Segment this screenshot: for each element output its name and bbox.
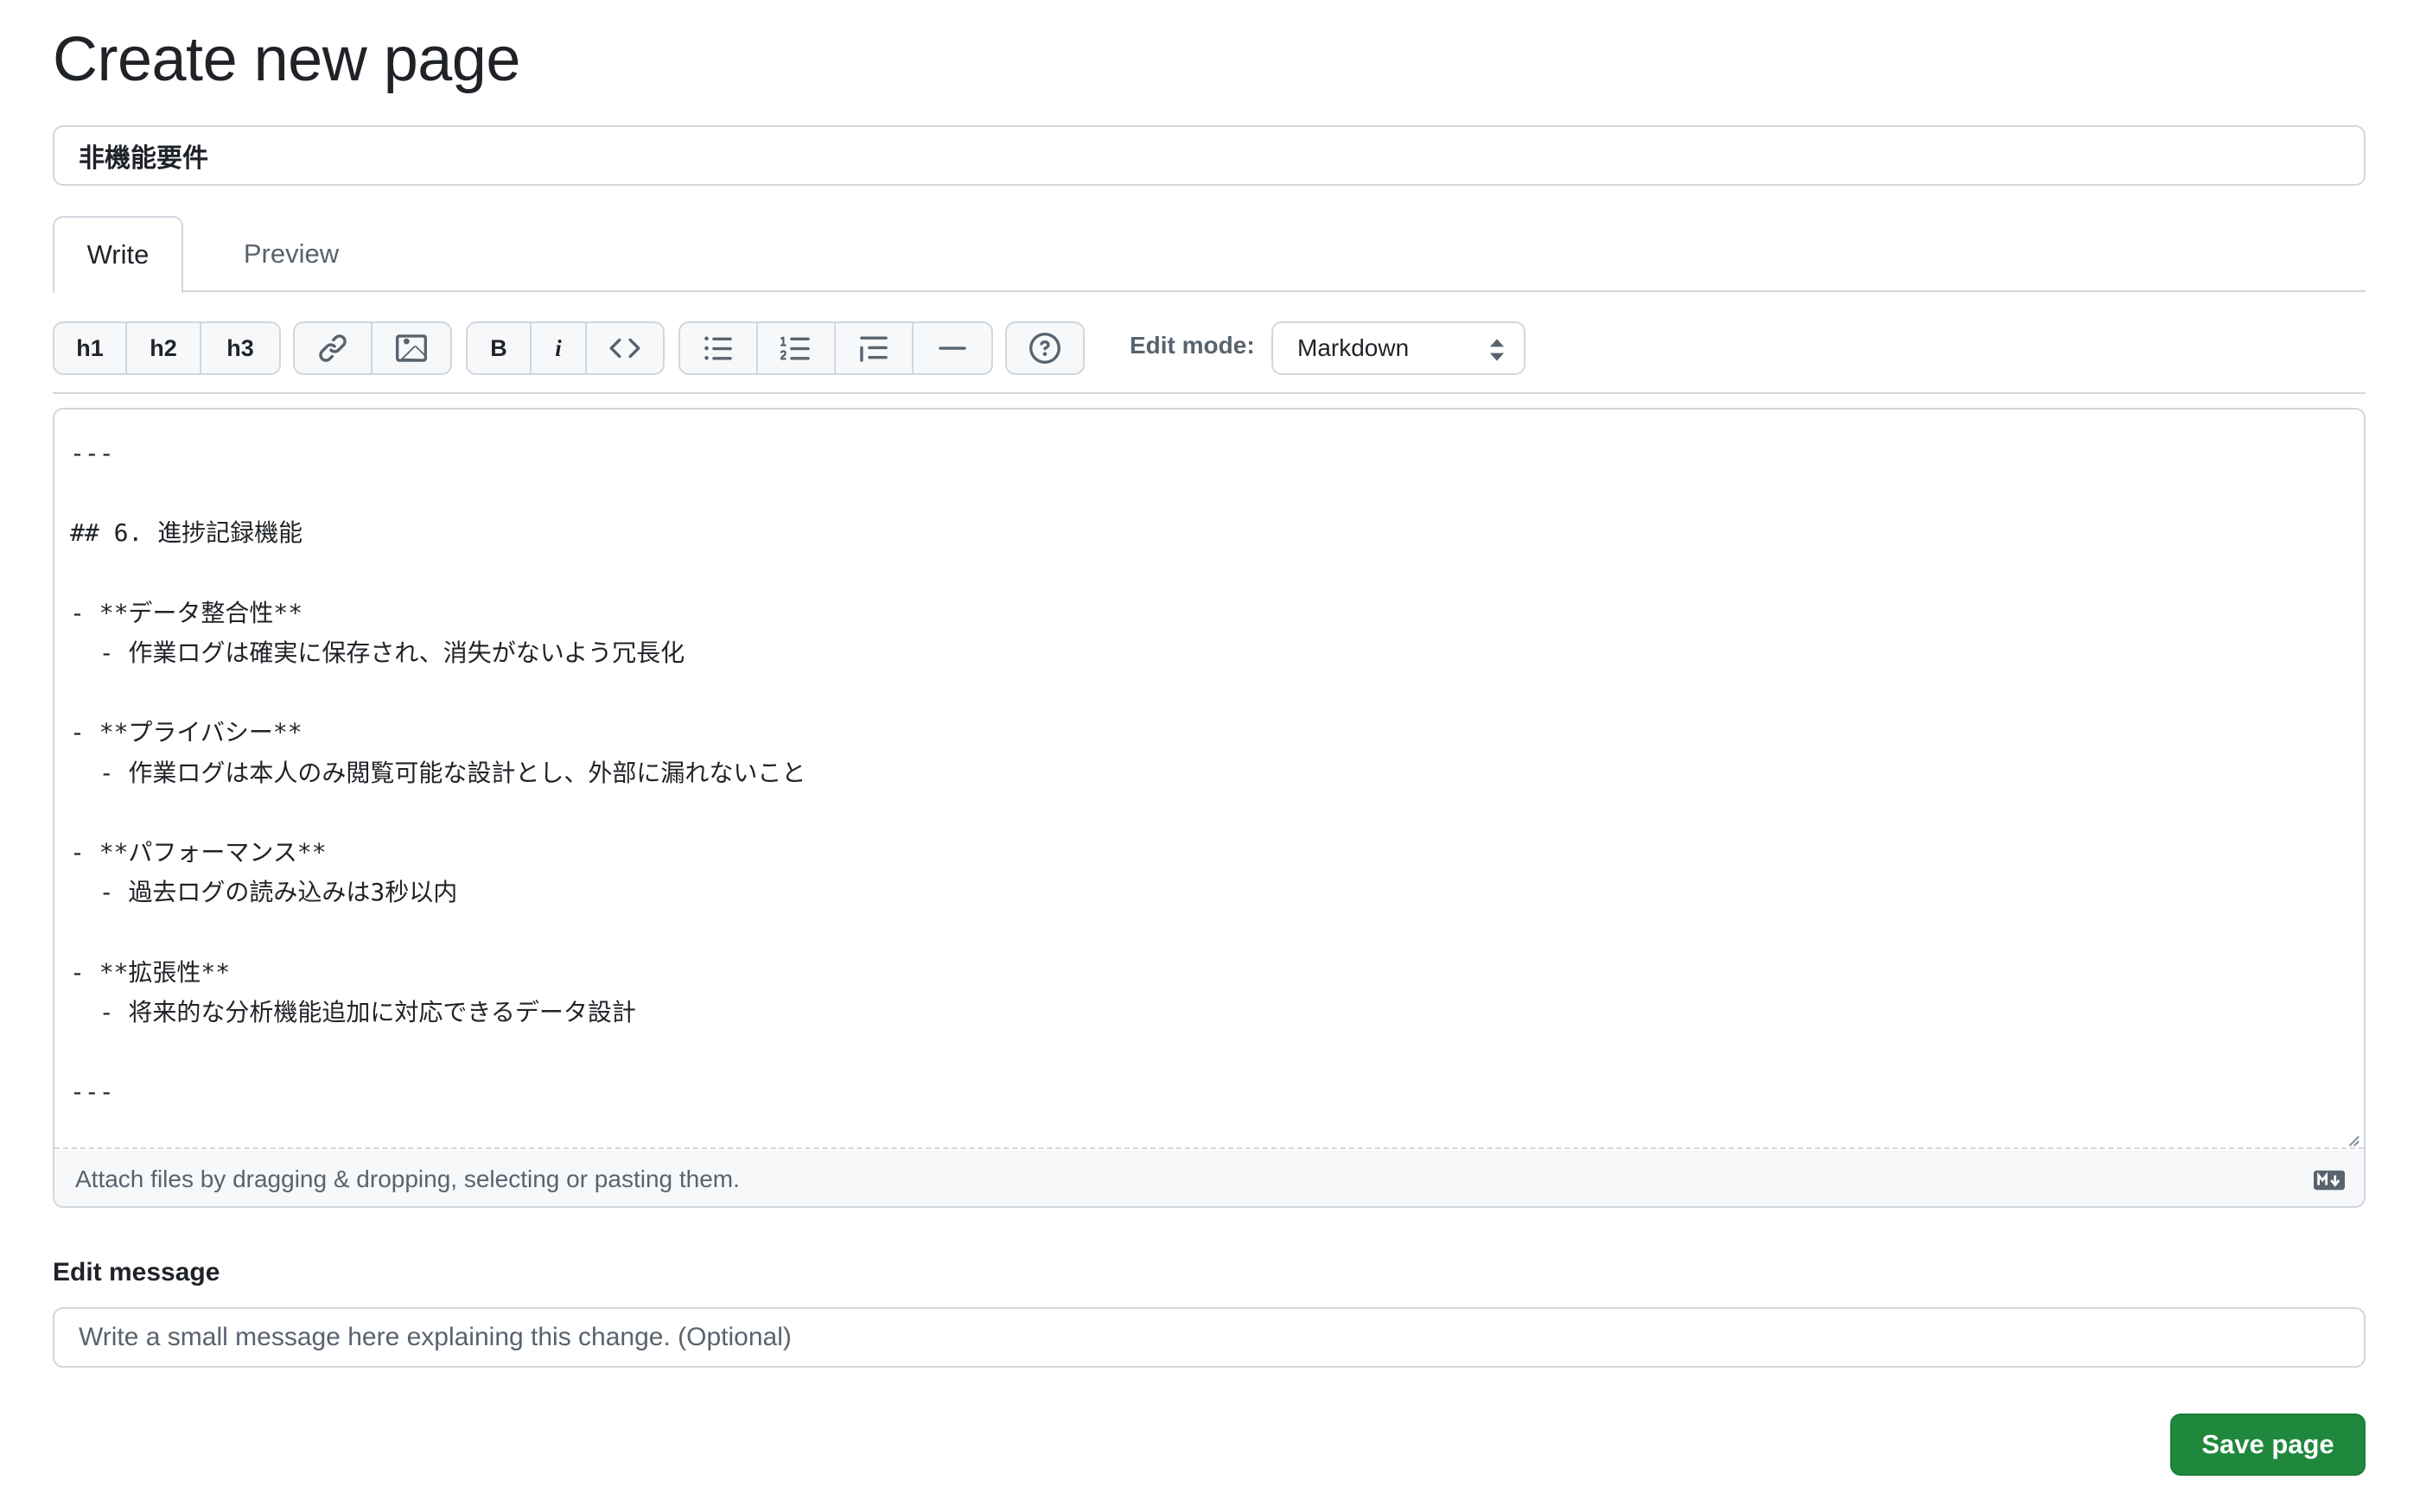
help-icon: [1029, 333, 1060, 364]
h3-button[interactable]: h3: [201, 323, 279, 373]
edit-mode-label: Edit mode:: [1130, 332, 1255, 359]
horizontal-rule-button[interactable]: [914, 323, 991, 373]
edit-mode-select[interactable]: Markdown: [1271, 321, 1525, 375]
help-group: [1005, 321, 1085, 375]
page-title-input[interactable]: [53, 125, 2366, 186]
list-buttons: [678, 321, 993, 375]
bold-button[interactable]: B: [468, 323, 532, 373]
edit-mode-value: Markdown: [1297, 334, 1410, 361]
select-arrows-icon: [1489, 339, 1505, 361]
blockquote-button[interactable]: [836, 323, 914, 373]
save-page-button[interactable]: Save page: [2170, 1414, 2366, 1476]
page-title: Create new page: [53, 25, 520, 94]
markdown-toolbar: h1 h2 h3 B i Edit mode: Markdown: [53, 321, 2366, 394]
h2-button[interactable]: h2: [127, 323, 201, 373]
editor-tabs: Write Preview: [53, 216, 2366, 294]
link-icon: [319, 334, 347, 362]
unordered-list-icon: [704, 336, 732, 360]
blockquote-icon: [860, 336, 888, 362]
code-icon: [609, 338, 640, 359]
ordered-list-button[interactable]: [758, 323, 836, 373]
h1-button[interactable]: h1: [54, 323, 127, 373]
help-button[interactable]: [1007, 323, 1083, 373]
tab-write[interactable]: Write: [53, 216, 183, 294]
ordered-list-icon: [780, 336, 810, 360]
link-button[interactable]: [295, 323, 373, 373]
edit-message-input[interactable]: [53, 1307, 2366, 1368]
attach-files-bar[interactable]: Attach files by dragging & dropping, sel…: [54, 1151, 2364, 1206]
insert-buttons: [293, 321, 452, 375]
unordered-list-button[interactable]: [680, 323, 758, 373]
attach-hint: Attach files by dragging & dropping, sel…: [75, 1166, 740, 1192]
horizontal-rule-icon: [939, 346, 966, 350]
editor-textarea[interactable]: --- ## 6. 進捗記録機能 - **データ整合性** - 作業ログは確実に…: [54, 410, 2364, 1149]
italic-button[interactable]: i: [532, 323, 587, 373]
tab-preview[interactable]: Preview: [213, 216, 369, 292]
edit-message-label: Edit message: [53, 1258, 220, 1286]
code-button[interactable]: [587, 323, 663, 373]
format-buttons: B i: [466, 321, 665, 375]
image-icon: [396, 334, 427, 362]
markdown-editor: --- ## 6. 進捗記録機能 - **データ整合性** - 作業ログは確実に…: [53, 408, 2366, 1208]
markdown-icon[interactable]: [2314, 1170, 2345, 1191]
image-button[interactable]: [373, 323, 450, 373]
resize-handle-icon[interactable]: [2345, 1132, 2360, 1147]
heading-buttons: h1 h2 h3: [53, 321, 281, 375]
